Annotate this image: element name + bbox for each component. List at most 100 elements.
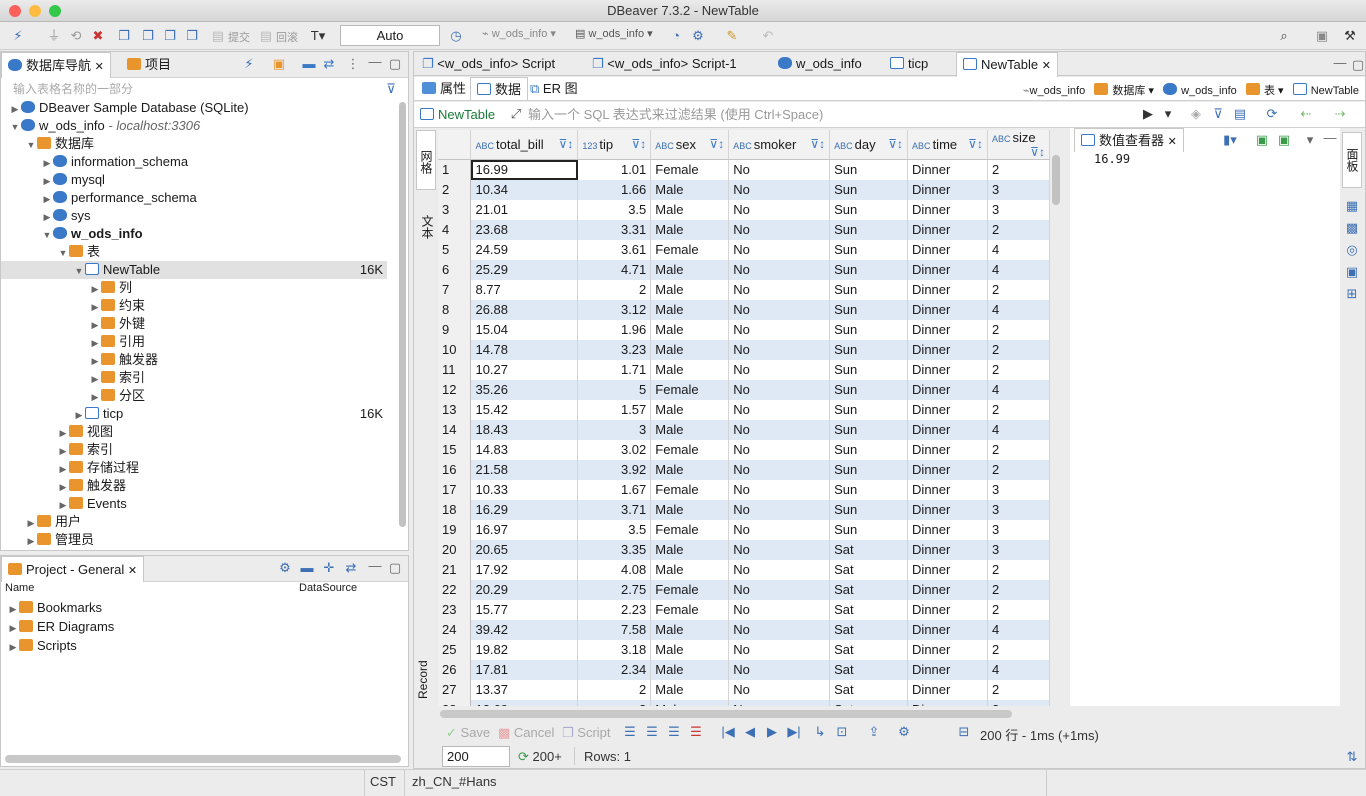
table-cell[interactable]: Dinner xyxy=(907,539,988,560)
dbeaver-perspective-icon[interactable]: ⚒ xyxy=(1342,28,1358,44)
table-row[interactable]: 13 15.42 1.57 Male No Sun Dinner 2 xyxy=(438,399,1050,420)
table-cell[interactable]: No xyxy=(728,259,831,280)
table-cell[interactable]: 8.77 xyxy=(470,279,579,300)
next-icon[interactable]: ▶ xyxy=(764,724,780,740)
project-item-bookmarks[interactable]: ▶ Bookmarks xyxy=(7,599,114,618)
minimize-icon[interactable]: — xyxy=(367,558,383,574)
tree-item[interactable]: ▼ 数据库 xyxy=(1,135,387,153)
table-cell[interactable]: 3.61 xyxy=(577,239,652,260)
table-cell[interactable]: 4 xyxy=(987,239,1050,260)
column-filter-icon[interactable]: ⊽↕ xyxy=(968,137,983,151)
table-cell[interactable]: 3 xyxy=(987,179,1050,200)
fetch-next-icon[interactable]: ↳ xyxy=(812,724,828,740)
tree-item[interactable]: ▼ NewTable 16K xyxy=(1,261,387,279)
table-cell[interactable]: 1.57 xyxy=(577,399,652,420)
table-cell[interactable]: 2 xyxy=(987,679,1050,700)
table-cell[interactable]: 3 xyxy=(987,499,1050,520)
table-cell[interactable]: 3.31 xyxy=(577,219,652,240)
panel-icon-2[interactable]: ▩ xyxy=(1344,220,1360,236)
table-cell[interactable]: Dinner xyxy=(907,239,988,260)
link-editor-icon[interactable]: ⇄ xyxy=(321,56,337,72)
table-cell[interactable]: No xyxy=(728,179,831,200)
table-row[interactable]: 14 18.43 3 Male No Sun Dinner 4 xyxy=(438,419,1050,440)
table-cell[interactable]: 14.83 xyxy=(470,439,579,460)
row-number[interactable]: 27 xyxy=(438,679,472,700)
table-cell[interactable]: 2 xyxy=(987,359,1050,380)
row-number[interactable]: 20 xyxy=(438,539,472,560)
transaction-mode-select[interactable]: Auto xyxy=(340,25,440,46)
table-row[interactable]: 26 17.81 2.34 Male No Sat Dinner 4 xyxy=(438,659,1050,680)
table-cell[interactable]: Sun xyxy=(829,279,909,300)
tree-item[interactable]: ▼ w_ods_info xyxy=(1,225,387,243)
table-cell[interactable]: 4 xyxy=(987,419,1050,440)
table-cell[interactable]: Sat xyxy=(829,699,909,706)
table-cell[interactable]: Male xyxy=(650,419,730,440)
link-icon[interactable]: ⇄ xyxy=(343,560,359,576)
table-cell[interactable]: Male xyxy=(650,459,730,480)
table-cell[interactable]: 2.34 xyxy=(577,659,652,680)
table-cell[interactable]: 3 xyxy=(577,419,652,440)
table-cell[interactable]: Male xyxy=(650,279,730,300)
table-cell[interactable]: No xyxy=(728,239,831,260)
table-cell[interactable]: No xyxy=(728,639,831,660)
table-row[interactable]: 3 21.01 3.5 Male No Sun Dinner 3 xyxy=(438,199,1050,220)
table-cell[interactable]: Female xyxy=(650,599,730,620)
table-cell[interactable]: 3.12 xyxy=(577,299,652,320)
tab-w-ods-info[interactable]: w_ods_info xyxy=(772,52,868,76)
table-cell[interactable]: Dinner xyxy=(907,599,988,620)
expand-icon[interactable]: ✛ xyxy=(321,560,337,576)
collapse-all-icon[interactable]: ▬ xyxy=(301,56,317,72)
close-icon[interactable]: ✕ xyxy=(1042,60,1051,72)
table-cell[interactable]: 3.23 xyxy=(577,339,652,360)
tree-item[interactable]: ▶ 视图 xyxy=(1,423,387,441)
active-schema-select[interactable]: ▤ w_ods_info ▾ xyxy=(575,27,653,40)
table-cell[interactable]: 2 xyxy=(987,319,1050,340)
grid-vscrollbar[interactable] xyxy=(1052,155,1060,205)
tab-value-viewer[interactable]: 数值查看器 ✕ xyxy=(1074,128,1184,152)
table-cell[interactable]: 1.01 xyxy=(577,159,652,180)
tree-item[interactable]: ▶ ticp 16K xyxy=(1,405,387,423)
table-cell[interactable]: 3.02 xyxy=(577,439,652,460)
table-cell[interactable]: Sat xyxy=(829,639,909,660)
close-icon[interactable]: ✕ xyxy=(95,61,104,73)
row-number[interactable]: 28 xyxy=(438,699,472,706)
navigator-filter-input[interactable]: 输入表格名称的一部分 xyxy=(7,79,377,99)
table-cell[interactable]: Dinner xyxy=(907,659,988,680)
table-cell[interactable]: Dinner xyxy=(907,159,988,180)
tree-item[interactable]: ▶ 触发器 xyxy=(1,351,387,369)
table-cell[interactable]: 14.78 xyxy=(470,339,579,360)
tree-item[interactable]: ▼ w_ods_info - localhost:3306 xyxy=(1,117,387,135)
script-button[interactable]: ❐ Script xyxy=(562,725,611,741)
table-cell[interactable]: 2.23 xyxy=(577,599,652,620)
save-to-file-icon[interactable]: ▣ xyxy=(1254,132,1270,148)
column-header[interactable]: ABC day ⊽↕ xyxy=(829,130,909,160)
table-cell[interactable]: 21.58 xyxy=(470,459,579,480)
table-cell[interactable]: Dinner xyxy=(907,179,988,200)
row-number[interactable]: 14 xyxy=(438,419,472,440)
table-cell[interactable]: 1.66 xyxy=(577,179,652,200)
apply-filter-icon[interactable]: ▶ xyxy=(1140,106,1156,122)
panel-icon-3[interactable]: ◎ xyxy=(1344,242,1360,258)
table-cell[interactable]: 4 xyxy=(987,379,1050,400)
panel-icon-5[interactable]: ⊞ xyxy=(1344,286,1360,302)
table-row[interactable]: 4 23.68 3.31 Male No Sun Dinner 2 xyxy=(438,219,1050,240)
rollback-button[interactable]: 回滚 xyxy=(276,29,298,45)
row-number[interactable]: 23 xyxy=(438,599,472,620)
table-cell[interactable]: 10.27 xyxy=(470,359,579,380)
breadcrumb-schema[interactable]: w_ods_info xyxy=(1163,83,1237,97)
table-row[interactable]: 5 24.59 3.61 Female No Sun Dinner 4 xyxy=(438,239,1050,260)
table-cell[interactable]: Female xyxy=(650,479,730,500)
table-cell[interactable]: 21.01 xyxy=(470,199,579,220)
minimize-icon[interactable]: — xyxy=(1322,130,1338,146)
expand-arrow-icon[interactable]: ▶ xyxy=(25,532,37,550)
table-cell[interactable]: 3 xyxy=(987,519,1050,540)
table-row[interactable]: 15 14.83 3.02 Female No Sun Dinner 2 xyxy=(438,439,1050,460)
table-cell[interactable]: Sun xyxy=(829,299,909,320)
row-number[interactable]: 15 xyxy=(438,439,472,460)
table-cell[interactable]: Male xyxy=(650,539,730,560)
tree-item[interactable]: ▶ 触发器 xyxy=(1,477,387,495)
table-cell[interactable]: 16.97 xyxy=(470,519,579,540)
table-cell[interactable]: 2 xyxy=(577,699,652,706)
table-cell[interactable]: Dinner xyxy=(907,339,988,360)
expand-arrow-icon[interactable]: ▶ xyxy=(41,208,53,226)
